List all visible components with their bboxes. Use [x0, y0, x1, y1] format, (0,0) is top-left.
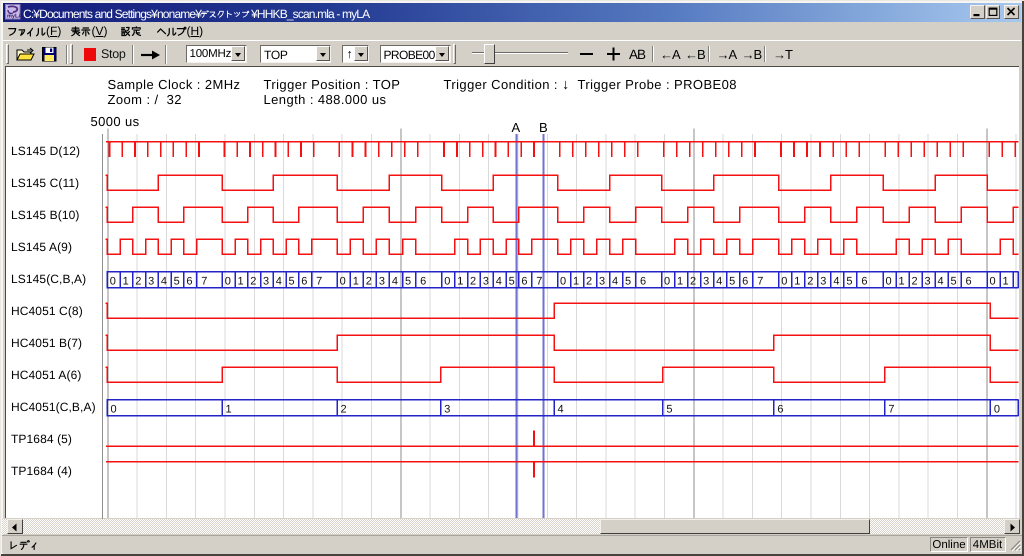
svg-text:1: 1 — [123, 275, 129, 287]
svg-text:5: 5 — [289, 275, 295, 287]
svg-text:2: 2 — [341, 403, 347, 415]
svg-text:2: 2 — [586, 275, 592, 287]
svg-text:0: 0 — [111, 403, 117, 415]
svg-text:5: 5 — [625, 275, 631, 287]
svg-text:4: 4 — [612, 275, 618, 287]
svg-text:7: 7 — [201, 275, 207, 287]
svg-text:4: 4 — [558, 403, 564, 415]
svg-text:6: 6 — [420, 275, 426, 287]
svg-text:1: 1 — [573, 275, 579, 287]
svg-text:3: 3 — [444, 403, 450, 415]
svg-text:7: 7 — [536, 275, 542, 287]
svg-text:3: 3 — [379, 275, 385, 287]
svg-text:4: 4 — [496, 275, 502, 287]
svg-text:5: 5 — [174, 275, 180, 287]
svg-text:1: 1 — [1003, 275, 1009, 287]
svg-text:2: 2 — [250, 275, 256, 287]
svg-text:5: 5 — [509, 275, 515, 287]
svg-text:3: 3 — [925, 275, 931, 287]
svg-text:7: 7 — [316, 275, 322, 287]
svg-text:6: 6 — [742, 275, 748, 287]
svg-text:4: 4 — [276, 275, 282, 287]
svg-text:6: 6 — [521, 275, 527, 287]
svg-text:2: 2 — [912, 275, 918, 287]
svg-text:1: 1 — [899, 275, 905, 287]
svg-text:2: 2 — [690, 275, 696, 287]
svg-text:4: 4 — [161, 275, 167, 287]
svg-text:3: 3 — [599, 275, 605, 287]
svg-text:0: 0 — [886, 275, 892, 287]
svg-text:2: 2 — [470, 275, 476, 287]
svg-text:5: 5 — [951, 275, 957, 287]
svg-text:0: 0 — [110, 275, 116, 287]
svg-text:4: 4 — [833, 275, 839, 287]
svg-text:1: 1 — [353, 275, 359, 287]
svg-text:1: 1 — [226, 403, 232, 415]
svg-text:0: 0 — [990, 275, 996, 287]
svg-text:1: 1 — [238, 275, 244, 287]
svg-text:5: 5 — [666, 403, 672, 415]
svg-text:7: 7 — [757, 275, 763, 287]
svg-text:6: 6 — [186, 275, 192, 287]
svg-text:0: 0 — [225, 275, 231, 287]
svg-text:2: 2 — [807, 275, 813, 287]
svg-text:4: 4 — [392, 275, 398, 287]
svg-text:0: 0 — [781, 275, 787, 287]
svg-text:0: 0 — [340, 275, 346, 287]
svg-text:3: 3 — [820, 275, 826, 287]
svg-text:4: 4 — [938, 275, 944, 287]
svg-text:6: 6 — [861, 275, 867, 287]
svg-text:6: 6 — [640, 275, 646, 287]
svg-text:5: 5 — [729, 275, 735, 287]
svg-text:0: 0 — [560, 275, 566, 287]
svg-text:1: 1 — [677, 275, 683, 287]
svg-text:1: 1 — [457, 275, 463, 287]
svg-text:3: 3 — [148, 275, 154, 287]
svg-text:6: 6 — [301, 275, 307, 287]
svg-text:1: 1 — [794, 275, 800, 287]
svg-text:3: 3 — [483, 275, 489, 287]
svg-text:5: 5 — [405, 275, 411, 287]
svg-text:6: 6 — [777, 403, 783, 415]
svg-text:0: 0 — [994, 403, 1000, 415]
svg-text:0: 0 — [444, 275, 450, 287]
svg-text:3: 3 — [703, 275, 709, 287]
svg-text:0: 0 — [664, 275, 670, 287]
svg-text:2: 2 — [135, 275, 141, 287]
svg-text:6: 6 — [966, 275, 972, 287]
svg-text:3: 3 — [263, 275, 269, 287]
svg-text:4: 4 — [716, 275, 722, 287]
svg-text:2: 2 — [366, 275, 372, 287]
svg-text:7: 7 — [888, 403, 894, 415]
svg-text:5: 5 — [846, 275, 852, 287]
